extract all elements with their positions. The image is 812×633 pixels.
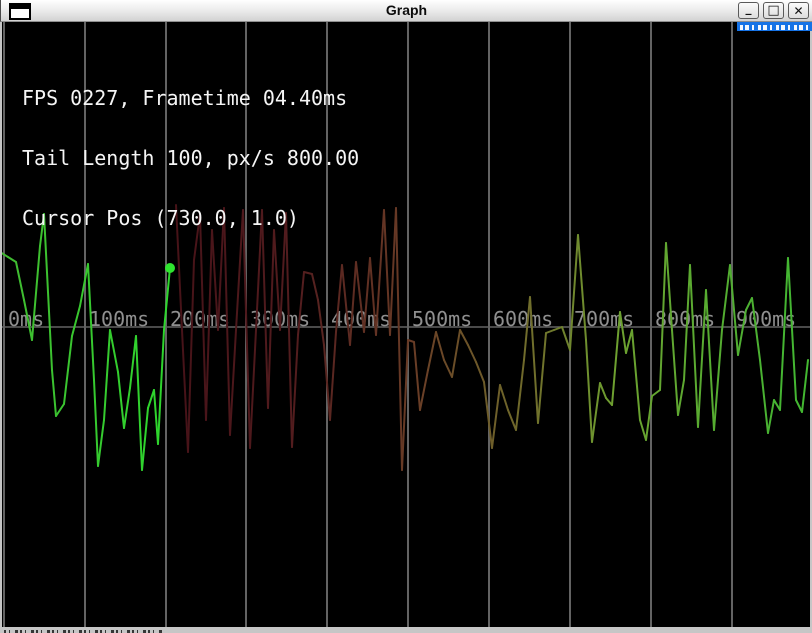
waveform-segment [444, 360, 452, 377]
waveform-segment [690, 265, 698, 427]
waveform-segment [396, 208, 402, 470]
graph-window: Graph _ □ ✕ 0ms100ms200ms300ms400ms500ms… [0, 0, 812, 633]
waveform-segment [538, 333, 546, 423]
waveform-segment [586, 340, 592, 442]
waveform-segment [678, 380, 684, 415]
waveform-segment [292, 335, 298, 447]
waveform-segment [182, 330, 188, 452]
waveform-segment [570, 235, 578, 350]
waveform-segment [796, 400, 802, 412]
waveform-segment [414, 342, 420, 410]
hud-line-fps: FPS 0227, Frametime 04.40ms [22, 88, 359, 108]
waveform-segment [72, 306, 80, 336]
waveform-segment [508, 410, 516, 430]
minimize-icon: _ [746, 1, 752, 15]
hud-line-cursor: Cursor Pos (730.0, 1.0) [22, 208, 359, 228]
waveform-segment [460, 330, 468, 345]
waveform-segment [390, 208, 396, 335]
waveform-segment [158, 330, 164, 444]
graph-canvas[interactable]: 0ms100ms200ms300ms400ms500ms600ms700ms80… [2, 22, 810, 627]
waveform-segment [136, 336, 142, 470]
waveform-segment [516, 360, 524, 430]
waveform-segment [154, 390, 158, 444]
waveform-segment [142, 408, 148, 470]
waveform-segment [492, 385, 500, 448]
hud-line-tail: Tail Length 100, px/s 800.00 [22, 148, 359, 168]
axis-tick-label: 600ms [493, 307, 553, 331]
waveform-segment [500, 385, 508, 410]
window-body: 0ms100ms200ms300ms400ms500ms600ms700ms80… [0, 22, 812, 633]
bottom-window-border [0, 627, 812, 633]
waveform-segment [94, 380, 98, 466]
waveform-segment [250, 330, 256, 448]
waveform-segment [768, 400, 774, 433]
waveform-segment [452, 330, 460, 377]
waveform-segment [188, 260, 194, 452]
waveform-segment [468, 345, 476, 362]
hud-overlay: FPS 0227, Frametime 04.40ms Tail Length … [22, 48, 359, 268]
waveform-segment [640, 420, 646, 440]
waveform-segment [230, 330, 236, 435]
maximize-button[interactable]: □ [763, 2, 784, 19]
waveform-segment [64, 336, 72, 404]
waveform-segment [342, 265, 350, 345]
waveform-segment [318, 300, 324, 345]
waveform-segment [760, 360, 768, 433]
waveform-segment [350, 262, 356, 345]
close-button[interactable]: ✕ [788, 2, 809, 19]
waveform-segment [330, 332, 336, 420]
waveform-segment [780, 258, 788, 410]
waveform-segment [118, 372, 124, 428]
waveform-segment [632, 330, 640, 420]
axis-tick-label: 200ms [170, 307, 230, 331]
waveform-segment [600, 383, 606, 398]
waveform-segment [672, 330, 678, 415]
minimize-button[interactable]: _ [738, 2, 759, 19]
waveform-segment [714, 330, 722, 430]
waveform-segment [124, 388, 130, 428]
waveform-segment [8, 257, 16, 262]
waveform-segment [110, 330, 118, 372]
waveform-segment [436, 332, 444, 360]
waveform-segment [56, 404, 64, 416]
titlebar-buttons: _ □ ✕ [738, 2, 809, 19]
waveform-segment [722, 265, 730, 330]
axis-tick-label: 500ms [412, 307, 472, 331]
waveform-segment [52, 370, 56, 416]
waveform-segment [802, 360, 808, 412]
waveform-segment [130, 336, 136, 388]
close-icon: ✕ [793, 4, 803, 18]
waveform-segment [476, 362, 484, 382]
waveform-segment [626, 330, 632, 353]
window-title: Graph [1, 0, 812, 22]
maximize-icon: □ [767, 3, 779, 18]
overlap-highlight-fragment [737, 22, 812, 31]
waveform-segment [104, 330, 110, 420]
waveform-segment [420, 370, 428, 410]
waveform-segment [98, 420, 104, 466]
waveform-segment [592, 383, 600, 442]
titlebar[interactable]: Graph _ □ ✕ [0, 0, 812, 22]
clipped-white-text [740, 25, 808, 30]
waveform-segment [312, 274, 318, 300]
waveform-segment [562, 327, 570, 350]
axis-tick-label: 100ms [89, 307, 149, 331]
waveform-segment [428, 332, 436, 370]
waveform-segment [148, 390, 154, 408]
waveform-segment [652, 390, 660, 396]
waveform-segment [304, 272, 312, 274]
